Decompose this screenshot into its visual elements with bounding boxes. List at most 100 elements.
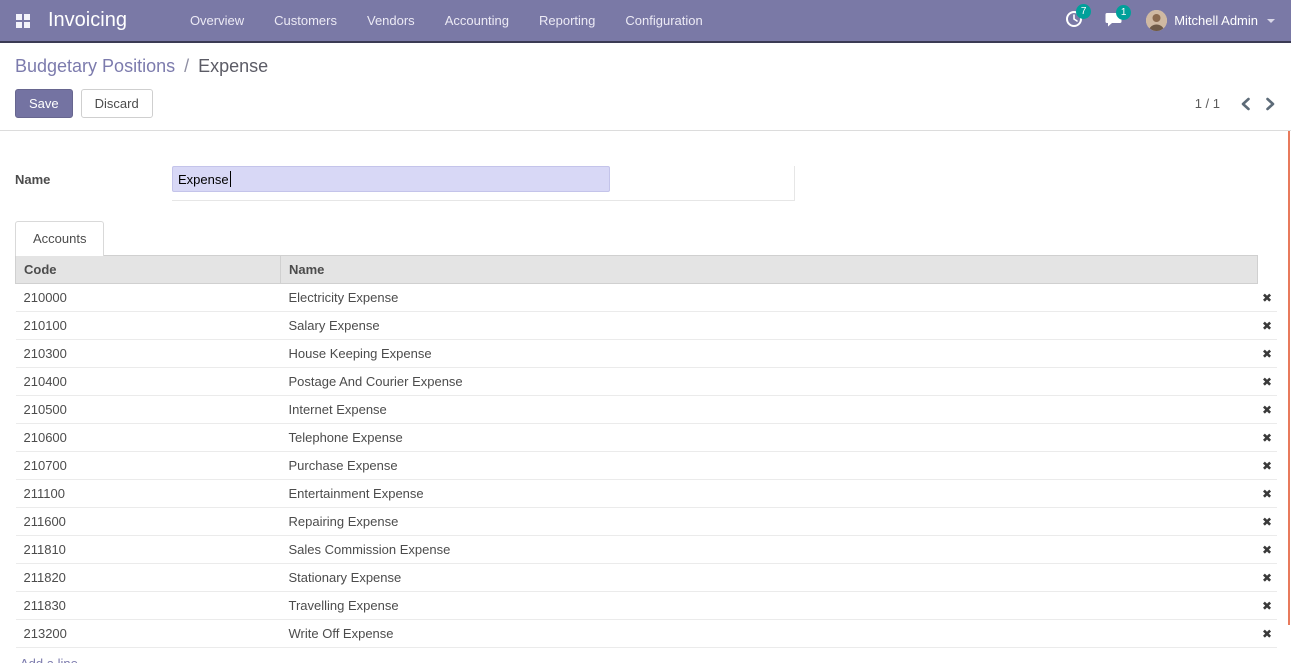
delete-row-icon[interactable]: ✖ <box>1262 431 1272 445</box>
cell-name[interactable]: Telephone Expense <box>281 424 1258 452</box>
top-navbar: Invoicing Overview Customers Vendors Acc… <box>0 0 1291 43</box>
cell-code[interactable]: 213200 <box>16 620 281 648</box>
delete-row-icon[interactable]: ✖ <box>1262 375 1272 389</box>
delete-row-icon[interactable]: ✖ <box>1262 627 1272 641</box>
cell-code[interactable]: 210700 <box>16 452 281 480</box>
table-row: 211810 Sales Commission Expense ✖ <box>16 536 1278 564</box>
delete-row-icon[interactable]: ✖ <box>1262 487 1272 501</box>
menu-item-customers[interactable]: Customers <box>264 0 347 41</box>
table-row: 210300 House Keeping Expense ✖ <box>16 340 1278 368</box>
activities-button[interactable]: 7 <box>1065 10 1083 31</box>
tab-accounts[interactable]: Accounts <box>15 221 104 256</box>
delete-row-icon[interactable]: ✖ <box>1262 571 1272 585</box>
cell-code[interactable]: 210400 <box>16 368 281 396</box>
cell-delete: ✖ <box>1257 312 1277 340</box>
cell-delete: ✖ <box>1257 536 1277 564</box>
menu-item-configuration[interactable]: Configuration <box>615 0 712 41</box>
notebook: Accounts Code Name 210000 Electricity Ex… <box>0 220 1291 663</box>
apps-menu-button[interactable] <box>0 0 46 41</box>
cell-delete: ✖ <box>1257 340 1277 368</box>
breadcrumb-current: Expense <box>198 56 268 76</box>
cell-code[interactable]: 210300 <box>16 340 281 368</box>
user-avatar <box>1146 10 1167 31</box>
accounts-table: Code Name 210000 Electricity Expense ✖ 2… <box>15 255 1277 648</box>
name-field-label: Name <box>15 166 172 201</box>
cell-delete: ✖ <box>1257 452 1277 480</box>
cell-code[interactable]: 211600 <box>16 508 281 536</box>
cell-code[interactable]: 211810 <box>16 536 281 564</box>
cell-name[interactable]: Travelling Expense <box>281 592 1258 620</box>
cell-code[interactable]: 211100 <box>16 480 281 508</box>
cell-delete: ✖ <box>1257 480 1277 508</box>
table-header-row: Code Name <box>16 256 1278 284</box>
menu-item-reporting[interactable]: Reporting <box>529 0 605 41</box>
pager-previous-button[interactable] <box>1240 97 1251 111</box>
table-row: 210000 Electricity Expense ✖ <box>16 284 1278 312</box>
name-input-value: Expense <box>178 172 229 187</box>
cell-name[interactable]: Repairing Expense <box>281 508 1258 536</box>
table-row: 211600 Repairing Expense ✖ <box>16 508 1278 536</box>
cell-name[interactable]: Purchase Expense <box>281 452 1258 480</box>
messages-button[interactable]: 1 <box>1105 11 1124 31</box>
cell-delete: ✖ <box>1257 620 1277 648</box>
cell-delete: ✖ <box>1257 564 1277 592</box>
save-button[interactable]: Save <box>15 89 73 118</box>
menu-item-accounting[interactable]: Accounting <box>435 0 519 41</box>
control-panel: Budgetary Positions / Expense Save Disca… <box>0 43 1291 131</box>
cell-name[interactable]: Electricity Expense <box>281 284 1258 312</box>
cell-name[interactable]: Entertainment Expense <box>281 480 1258 508</box>
accounts-table-body: 210000 Electricity Expense ✖ 210100 Sala… <box>16 284 1278 648</box>
user-menu[interactable]: Mitchell Admin <box>1146 10 1275 31</box>
cell-name[interactable]: Internet Expense <box>281 396 1258 424</box>
cell-name[interactable]: Salary Expense <box>281 312 1258 340</box>
table-row: 211830 Travelling Expense ✖ <box>16 592 1278 620</box>
table-row: 210700 Purchase Expense ✖ <box>16 452 1278 480</box>
table-row: 210100 Salary Expense ✖ <box>16 312 1278 340</box>
chevron-down-icon <box>1267 19 1275 23</box>
cell-code[interactable]: 210600 <box>16 424 281 452</box>
delete-row-icon[interactable]: ✖ <box>1262 319 1272 333</box>
pager-next-button[interactable] <box>1265 97 1276 111</box>
cell-code[interactable]: 210000 <box>16 284 281 312</box>
discard-button[interactable]: Discard <box>81 89 153 118</box>
text-cursor <box>230 171 231 187</box>
menu-item-vendors[interactable]: Vendors <box>357 0 425 41</box>
cell-delete: ✖ <box>1257 508 1277 536</box>
delete-row-icon[interactable]: ✖ <box>1262 515 1272 529</box>
table-row: 211100 Entertainment Expense ✖ <box>16 480 1278 508</box>
app-title: Invoicing <box>48 9 127 32</box>
cell-delete: ✖ <box>1257 284 1277 312</box>
menu-item-overview[interactable]: Overview <box>180 0 254 41</box>
cell-name[interactable]: Sales Commission Expense <box>281 536 1258 564</box>
column-header-name[interactable]: Name <box>281 256 1258 284</box>
table-row: 210500 Internet Expense ✖ <box>16 396 1278 424</box>
delete-row-icon[interactable]: ✖ <box>1262 347 1272 361</box>
cell-name[interactable]: Stationary Expense <box>281 564 1258 592</box>
breadcrumb-parent-link[interactable]: Budgetary Positions <box>15 56 175 76</box>
cell-delete: ✖ <box>1257 592 1277 620</box>
pager-value: 1 / 1 <box>1195 96 1220 111</box>
delete-row-icon[interactable]: ✖ <box>1262 459 1272 473</box>
name-field-cell: Expense <box>172 166 795 201</box>
top-menu: Overview Customers Vendors Accounting Re… <box>180 0 723 41</box>
table-row: 213200 Write Off Expense ✖ <box>16 620 1278 648</box>
add-a-line-link[interactable]: Add a line <box>20 656 78 663</box>
cell-name[interactable]: Write Off Expense <box>281 620 1258 648</box>
cell-code[interactable]: 211830 <box>16 592 281 620</box>
cell-code[interactable]: 210100 <box>16 312 281 340</box>
cell-code[interactable]: 210500 <box>16 396 281 424</box>
delete-row-icon[interactable]: ✖ <box>1262 599 1272 613</box>
delete-row-icon[interactable]: ✖ <box>1262 403 1272 417</box>
breadcrumb-separator: / <box>180 56 193 76</box>
cell-code[interactable]: 211820 <box>16 564 281 592</box>
name-input[interactable]: Expense <box>172 166 610 192</box>
delete-row-icon[interactable]: ✖ <box>1262 543 1272 557</box>
column-header-code[interactable]: Code <box>16 256 281 284</box>
cell-name[interactable]: Postage And Courier Expense <box>281 368 1258 396</box>
form-sheet: Name Expense Accounts Code Name 210000 E… <box>0 131 1291 663</box>
column-header-delete <box>1257 256 1277 284</box>
cell-name[interactable]: House Keeping Expense <box>281 340 1258 368</box>
delete-row-icon[interactable]: ✖ <box>1262 291 1272 305</box>
scroll-indicator[interactable] <box>1288 131 1290 625</box>
cell-delete: ✖ <box>1257 424 1277 452</box>
